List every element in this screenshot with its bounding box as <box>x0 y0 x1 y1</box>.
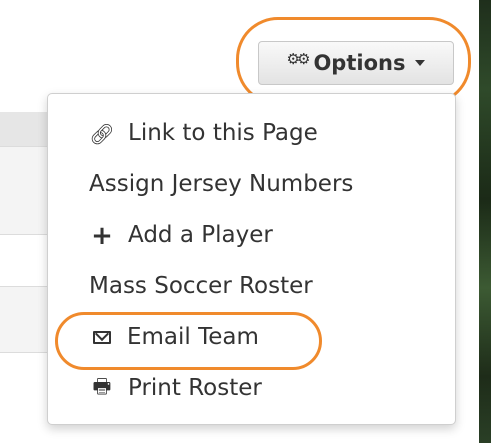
menu-item-email-team[interactable]: Email Team <box>48 312 455 363</box>
envelope-icon <box>93 331 111 344</box>
menu-item-label: Mass Soccer Roster <box>89 273 313 299</box>
options-button[interactable]: ⚙⚙ Options <box>258 41 454 85</box>
menu-item-add-player[interactable]: + Add a Player <box>48 210 455 261</box>
menu-item-label: Add a Player <box>128 222 273 248</box>
menu-item-label: Email Team <box>127 324 259 350</box>
link-icon: 🔗︎ <box>89 121 115 146</box>
menu-item-print-roster[interactable]: 🖶︎ Print Roster <box>48 363 455 414</box>
options-button-label: Options <box>313 51 406 75</box>
menu-item-assign-jersey-numbers[interactable]: Assign Jersey Numbers <box>48 159 455 210</box>
menu-item-label: Assign Jersey Numbers <box>89 171 354 197</box>
menu-item-label: Link to this Page <box>128 120 318 146</box>
background-image-edge <box>479 0 491 443</box>
gears-icon: ⚙⚙ <box>286 50 311 68</box>
options-dropdown-menu: 🔗︎ Link to this Page Assign Jersey Numbe… <box>47 93 456 425</box>
plus-icon: + <box>91 220 113 251</box>
printer-icon: 🖶︎ <box>92 373 112 398</box>
menu-item-mass-soccer-roster[interactable]: Mass Soccer Roster <box>48 261 455 312</box>
menu-item-label: Print Roster <box>128 375 262 401</box>
menu-item-link-to-page[interactable]: 🔗︎ Link to this Page <box>48 108 455 159</box>
caret-down-icon <box>415 60 426 66</box>
